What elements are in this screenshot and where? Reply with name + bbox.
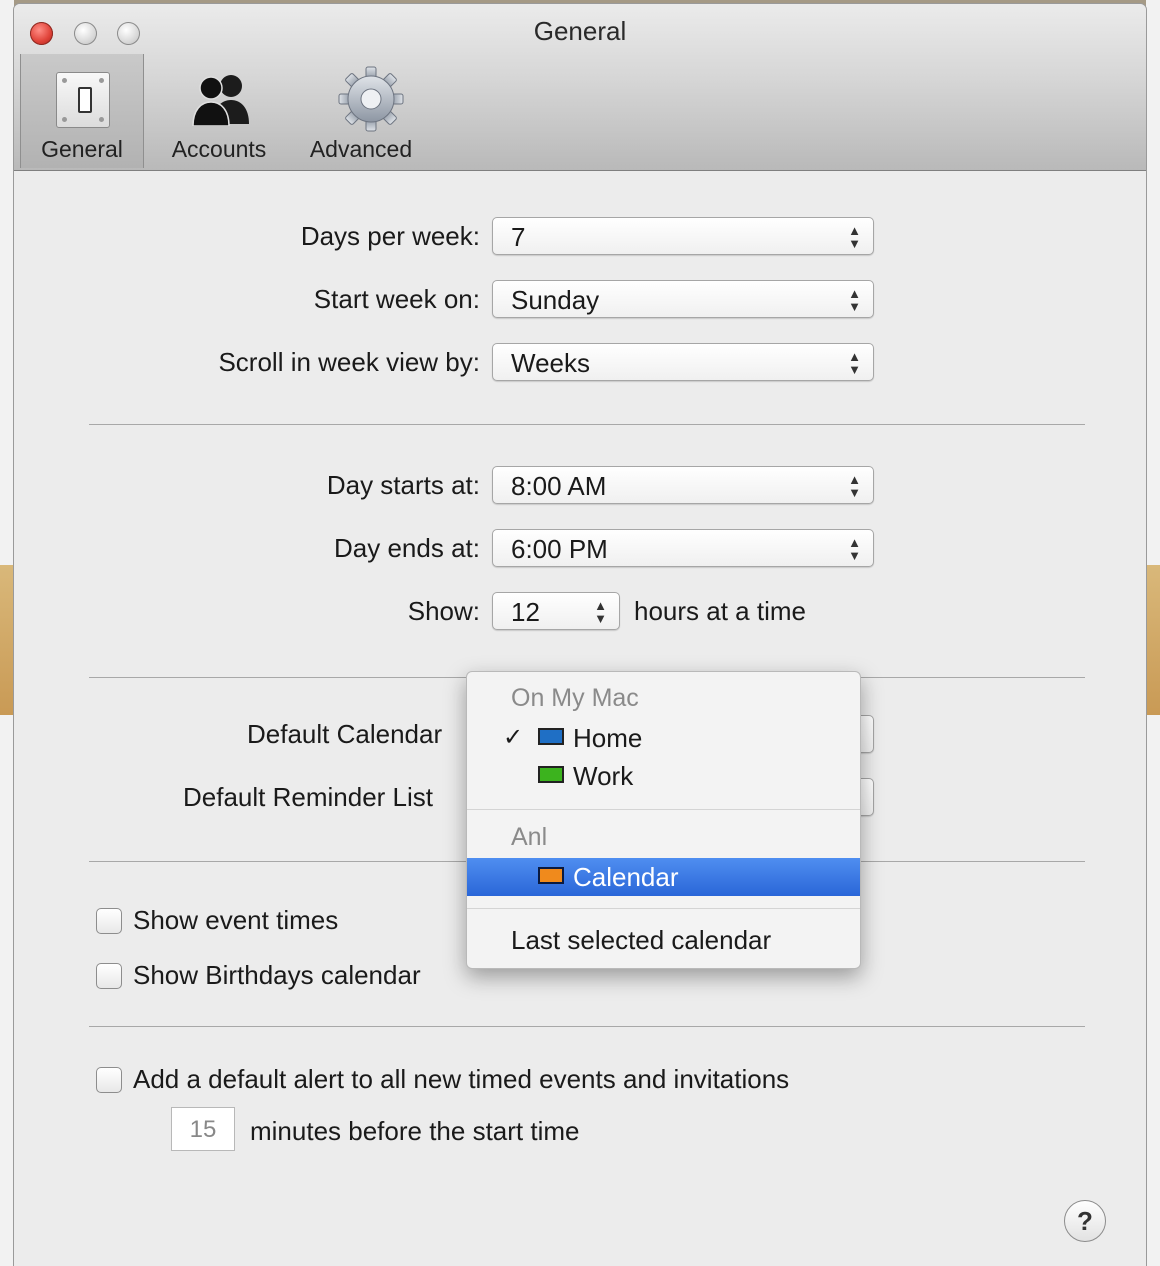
preferences-window: General General Accounts Advanced Days p… [14,4,1146,1266]
default-alert-checkbox[interactable] [96,1067,122,1093]
day-ends-popup[interactable]: 6:00 PM ▲ ▼ [492,529,874,567]
separator [89,424,1085,425]
separator [89,1026,1085,1027]
day-starts-value: 8:00 AM [511,471,607,501]
toolbar-accounts-label: Accounts [171,136,267,162]
checkmark-icon: ✓ [503,724,524,751]
day-starts-popup[interactable]: 8:00 AM ▲ ▼ [492,466,874,504]
people-icon [192,75,249,126]
updown-arrows-icon: ▲ ▼ [848,472,861,500]
updown-arrows-icon: ▲ ▼ [848,349,861,377]
window-title: General [533,16,627,46]
show-hours-label: Show: [407,596,480,626]
updown-arrows-icon: ▲ ▼ [848,535,861,563]
default-reminder-label: Default Reminder List [183,782,433,812]
scroll-week-label: Scroll in week view by: [218,347,480,377]
start-week-label: Start week on: [313,284,480,314]
days-per-week-value: 7 [511,222,526,252]
day-starts-label: Day starts at: [326,470,480,500]
gear-icon [338,66,404,132]
menu-item-work[interactable]: Work [467,757,860,795]
updown-arrows-icon: ▲ ▼ [848,223,861,251]
menu-group-header: Anl [511,823,548,851]
background-window-right [1146,0,1160,1266]
show-birthdays-checkbox[interactable] [96,963,122,989]
menu-item-last-selected[interactable]: Last selected calendar [467,921,860,959]
title-bar: General General Accounts Advanced [14,4,1146,171]
start-week-popup[interactable]: Sunday ▲ ▼ [492,280,874,318]
menu-item-home-label: Home [573,723,643,753]
start-week-value: Sunday [511,285,600,315]
default-alert-label: Add a default alert to all new timed eve… [133,1064,790,1094]
day-ends-label: Day ends at: [334,533,480,563]
updown-arrows-icon: ▲ ▼ [594,598,607,626]
menu-item-last-selected-label: Last selected calendar [511,925,772,955]
show-event-times-checkbox[interactable] [96,908,122,934]
show-hours-popup[interactable]: 12 ▲ ▼ [492,592,620,630]
default-calendar-label: Default Calendar [247,719,443,749]
scroll-week-value: Weeks [511,348,590,378]
alert-minutes-field[interactable]: 15 [171,1107,235,1151]
show-birthdays-label: Show Birthdays calendar [133,960,421,990]
show-hours-suffix: hours at a time [634,596,806,626]
show-hours-value: 12 [511,597,540,627]
general-pane: Days per week: 7 ▲ ▼ Start week on: Sunda… [14,171,1146,1266]
updown-arrows-icon: ▲ ▼ [848,286,861,314]
background-window-left [0,0,14,1266]
toolbar-advanced-label: Advanced [309,136,413,162]
menu-separator [467,809,860,810]
toolbar-advanced[interactable]: Advanced [300,54,422,168]
calendar-color-swatch [538,867,564,884]
default-calendar-menu: On My Mac ✓ Home Work Anl Calendar Last … [466,671,861,969]
toolbar-general[interactable]: General [20,54,144,168]
scroll-week-popup[interactable]: Weeks ▲ ▼ [492,343,874,381]
menu-separator [467,908,860,909]
toolbar-general-label: General [41,136,123,162]
days-per-week-popup[interactable]: 7 ▲ ▼ [492,217,874,255]
days-per-week-label: Days per week: [300,221,480,251]
menu-item-work-label: Work [573,761,634,791]
calendar-color-swatch [538,766,564,783]
show-event-times-label: Show event times [133,905,339,935]
menu-item-calendar[interactable]: Calendar [467,858,860,896]
switch-icon [56,72,110,128]
day-ends-value: 6:00 PM [511,534,608,564]
calendar-color-swatch [538,728,564,745]
help-button[interactable]: ? [1064,1200,1106,1242]
alert-minutes-suffix: minutes before the start time [250,1116,580,1146]
menu-item-home[interactable]: ✓ Home [467,719,860,757]
menu-group-header: On My Mac [511,684,639,712]
menu-item-calendar-label: Calendar [573,862,679,892]
toolbar-accounts[interactable]: Accounts [160,54,278,168]
